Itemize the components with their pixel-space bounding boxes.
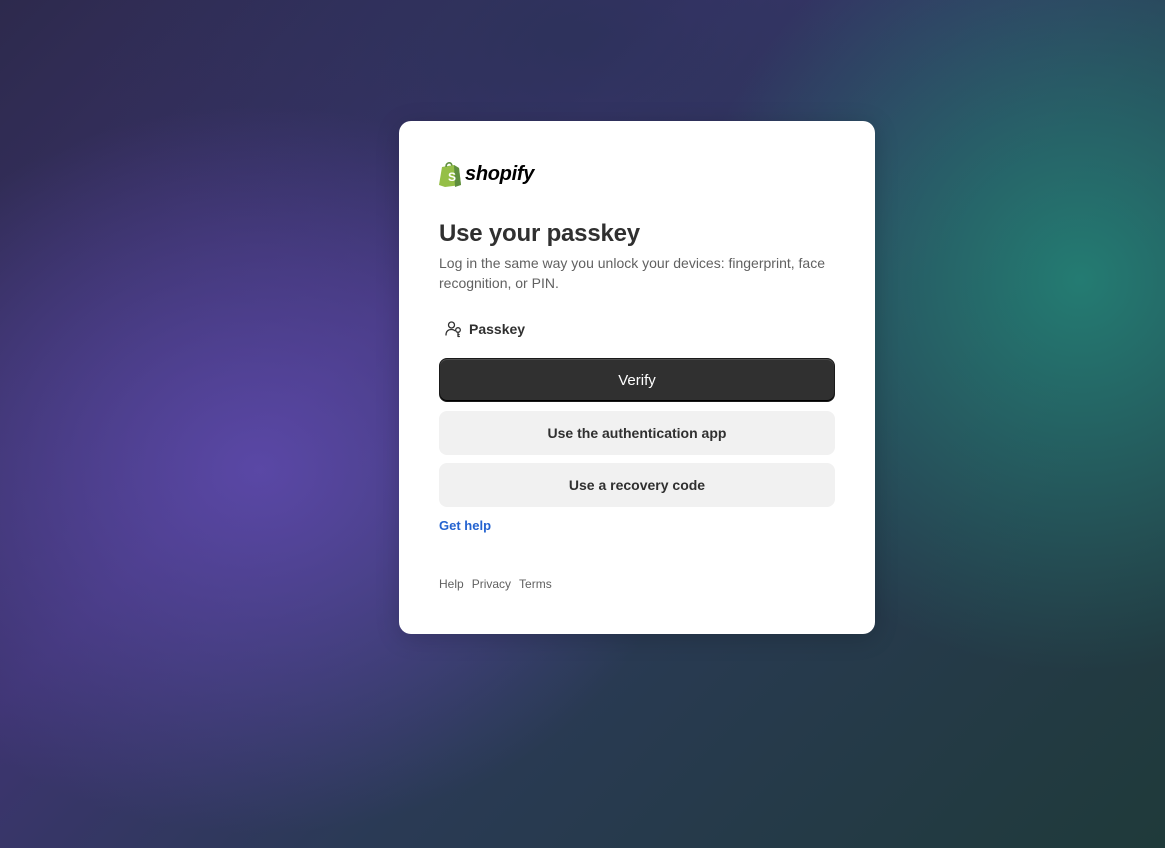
footer-help-link[interactable]: Help: [439, 577, 464, 591]
use-authentication-app-button[interactable]: Use the authentication app: [439, 411, 835, 455]
brand-name: shopify: [465, 163, 535, 185]
shopify-logo: S shopify: [439, 161, 835, 187]
verify-button[interactable]: Verify: [439, 358, 835, 402]
auth-method: Passkey: [439, 317, 835, 341]
login-card: S shopify Use your passkey Log in the sa…: [399, 121, 875, 634]
svg-text:S: S: [448, 170, 456, 184]
use-recovery-code-button[interactable]: Use a recovery code: [439, 463, 835, 507]
page-subtitle: Log in the same way you unlock your devi…: [439, 255, 825, 291]
passkey-icon: [445, 320, 463, 338]
auth-method-label: Passkey: [469, 321, 526, 337]
get-help-link[interactable]: Get help: [439, 518, 491, 533]
footer-terms-link[interactable]: Terms: [519, 577, 552, 591]
page-title: Use your passkey: [439, 220, 640, 247]
footer-links: Help Privacy Terms: [439, 577, 835, 591]
footer-privacy-link[interactable]: Privacy: [472, 577, 511, 591]
shopify-bag-icon: S: [439, 161, 462, 187]
